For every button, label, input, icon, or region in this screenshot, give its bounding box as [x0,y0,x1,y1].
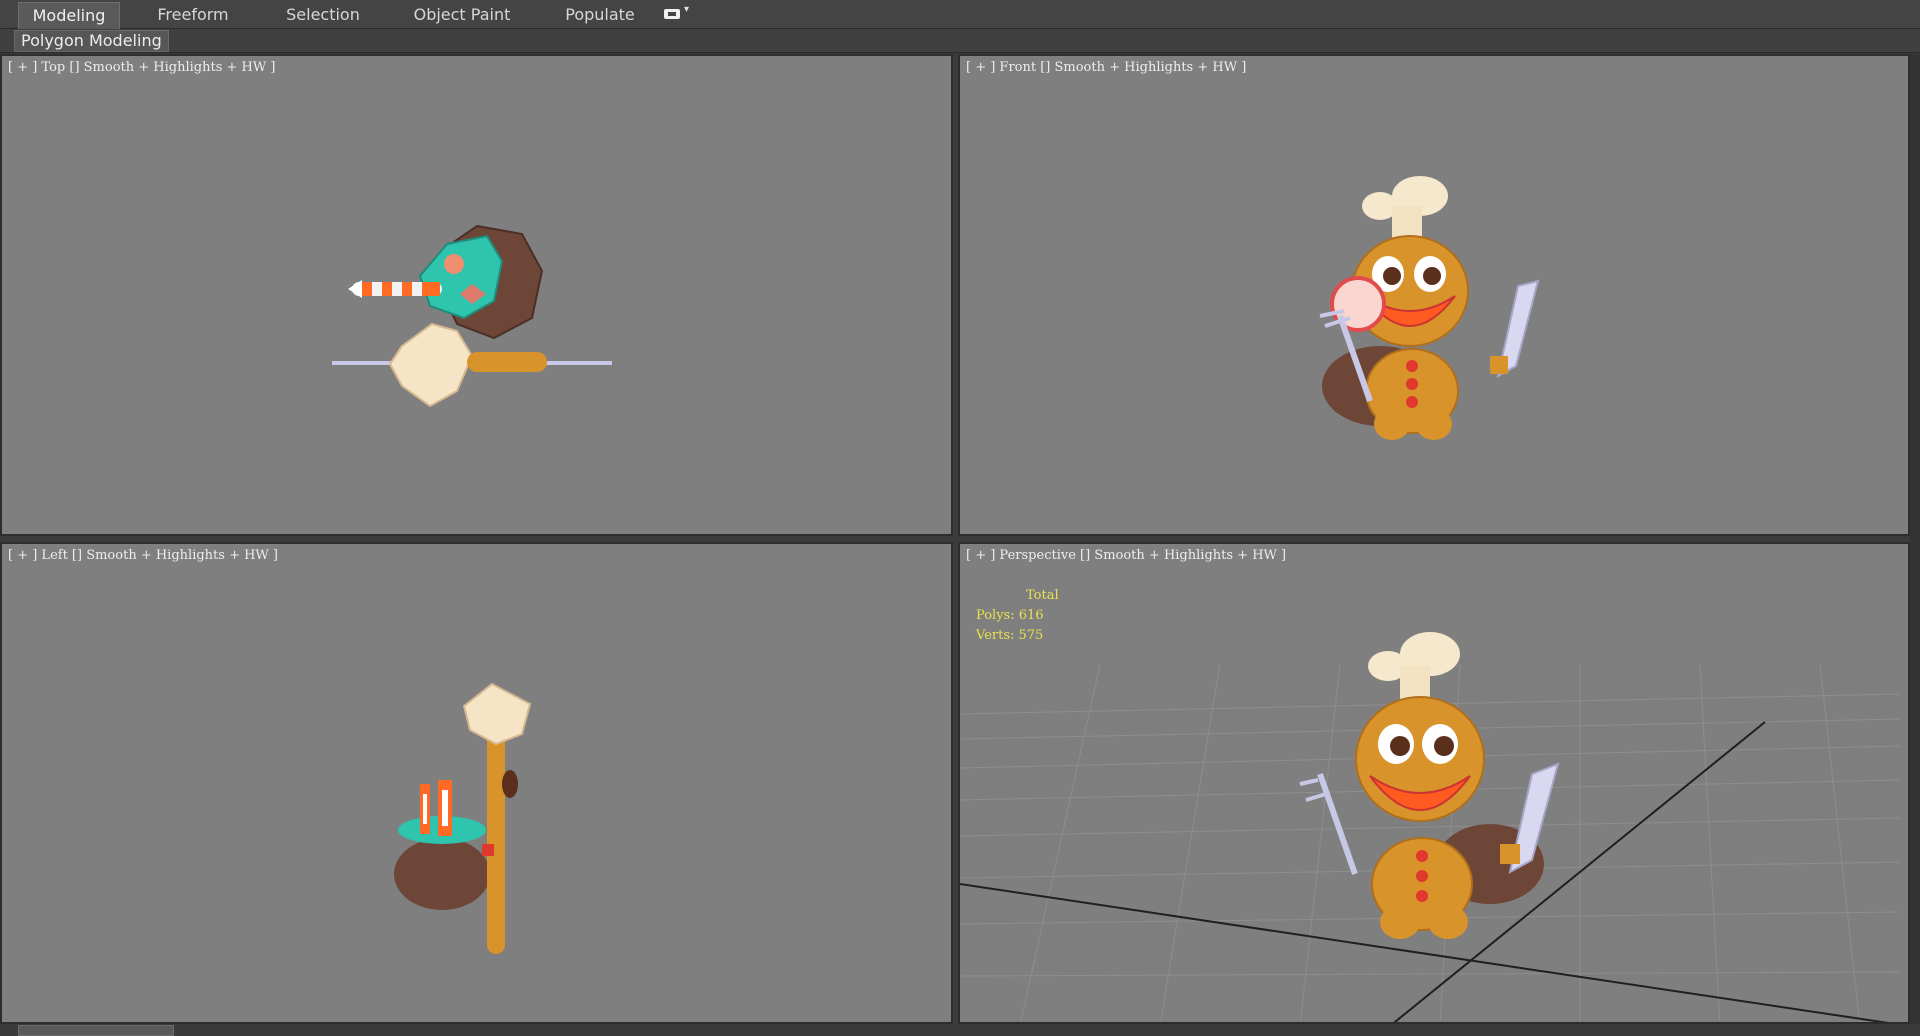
viewport-top[interactable]: [ + ] Top [] Smooth + Highlights + HW ] [0,54,953,536]
top-view-model [332,224,612,408]
ribbon-tabs: Modeling Freeform Selection Object Paint… [0,0,1920,29]
polygon-modeling-button[interactable]: Polygon Modeling [14,30,169,52]
ribbon-toggle-icon[interactable]: ▾ [664,4,694,21]
viewport-scrollbar[interactable] [1910,54,1920,1024]
timeline-strip [0,1024,1920,1036]
time-slider[interactable] [18,1025,174,1036]
viewport-perspective[interactable]: [ + ] Perspective [] Smooth + Highlights… [958,542,1910,1024]
viewport-front[interactable]: [ + ] Front [] Smooth + Highlights + HW … [958,54,1910,536]
front-view-model [1319,176,1540,440]
perspective-grid-and-model [960,632,1901,1022]
tab-freeform[interactable]: Freeform [138,2,248,28]
tab-populate[interactable]: Populate [548,2,652,28]
tab-modeling[interactable]: Modeling [18,2,120,29]
tab-selection[interactable]: Selection [268,2,378,28]
ribbon-panel-strip: Polygon Modeling [0,29,1920,53]
tab-object-paint[interactable]: Object Paint [400,2,524,28]
left-view-model [394,682,532,954]
viewport-left[interactable]: [ + ] Left [] Smooth + Highlights + HW ] [0,542,953,1024]
